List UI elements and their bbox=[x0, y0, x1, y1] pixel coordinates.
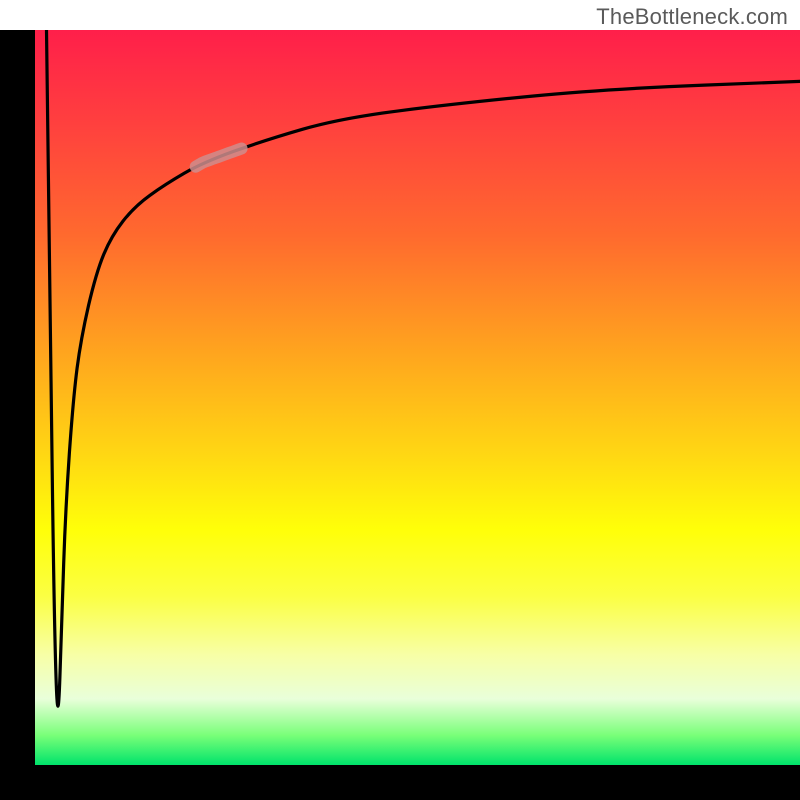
highlight-segment-path bbox=[196, 149, 242, 167]
chart-stage: TheBottleneck.com bbox=[0, 0, 800, 800]
chart-frame bbox=[0, 30, 800, 800]
plot-area bbox=[35, 30, 800, 765]
curve-layer bbox=[35, 30, 800, 765]
bottleneck-curve-path bbox=[47, 30, 800, 706]
watermark-text: TheBottleneck.com bbox=[596, 4, 788, 30]
